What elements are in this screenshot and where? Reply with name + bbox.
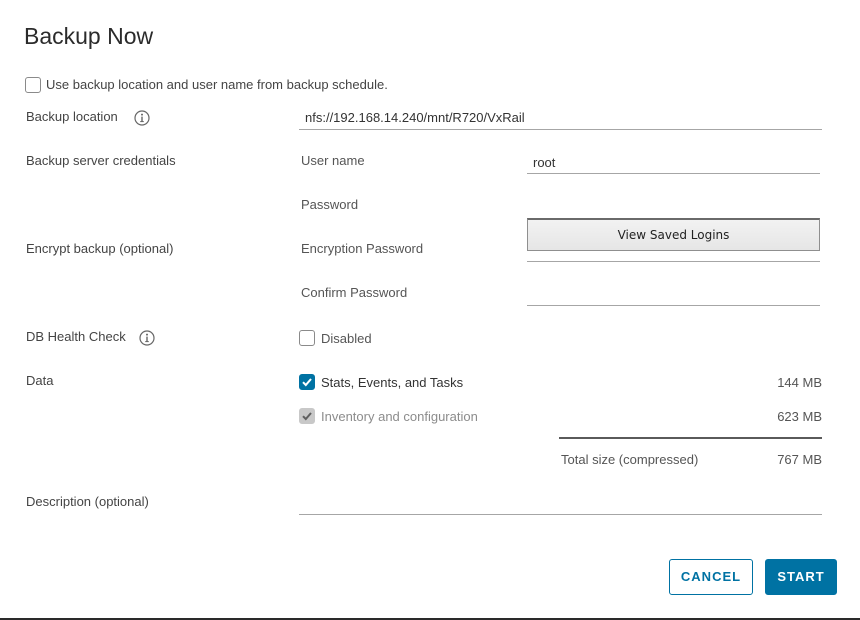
use-schedule-checkbox[interactable] <box>25 77 41 93</box>
checkmark-icon <box>302 412 312 421</box>
stats-events-tasks-size: 144 MB <box>777 375 822 390</box>
info-icon[interactable] <box>139 330 155 346</box>
dialog-title: Backup Now <box>24 23 154 49</box>
total-size-value: 767 MB <box>777 452 822 467</box>
total-size-label: Total size (compressed) <box>561 452 699 467</box>
username-underline <box>527 173 820 174</box>
description-input[interactable] <box>299 514 822 515</box>
start-button[interactable]: START <box>765 559 837 595</box>
inventory-configuration-label: Inventory and configuration <box>321 409 478 424</box>
use-schedule-label[interactable]: Use backup location and user name from b… <box>46 77 388 93</box>
backup-now-dialog: Backup Now Use backup location and user … <box>0 0 860 620</box>
credentials-label: Backup server credentials <box>26 153 176 168</box>
confirm-password-label: Confirm Password <box>301 285 408 300</box>
encrypt-label: Encrypt backup (optional) <box>26 241 174 256</box>
stats-events-tasks-checkbox[interactable] <box>299 374 315 390</box>
username-input[interactable]: root <box>533 155 555 171</box>
inventory-configuration-size: 623 MB <box>777 409 822 424</box>
password-label: Password <box>301 197 359 212</box>
db-health-label: DB Health Check <box>26 329 126 344</box>
db-health-checkbox[interactable] <box>299 330 315 346</box>
backup-location-label: Backup location <box>26 109 118 124</box>
confirm-password-input[interactable] <box>527 305 820 306</box>
stats-events-tasks-label[interactable]: Stats, Events, and Tasks <box>321 375 463 391</box>
backup-location-input[interactable]: nfs://192.168.14.240/mnt/R720/VxRail <box>305 110 525 126</box>
total-divider <box>559 437 822 439</box>
db-health-option-label[interactable]: Disabled <box>321 331 372 347</box>
username-label: User name <box>301 153 365 168</box>
encryption-password-input[interactable] <box>527 261 820 262</box>
backup-location-underline <box>299 129 822 130</box>
info-icon[interactable] <box>134 110 150 126</box>
encryption-password-label: Encryption Password <box>301 241 424 256</box>
checkmark-icon <box>302 378 312 387</box>
inventory-configuration-checkbox <box>299 408 315 424</box>
cancel-button[interactable]: CANCEL <box>669 559 753 595</box>
data-label: Data <box>26 373 54 388</box>
description-label: Description (optional) <box>26 494 149 509</box>
view-saved-logins-button[interactable]: View Saved Logins <box>527 218 820 251</box>
